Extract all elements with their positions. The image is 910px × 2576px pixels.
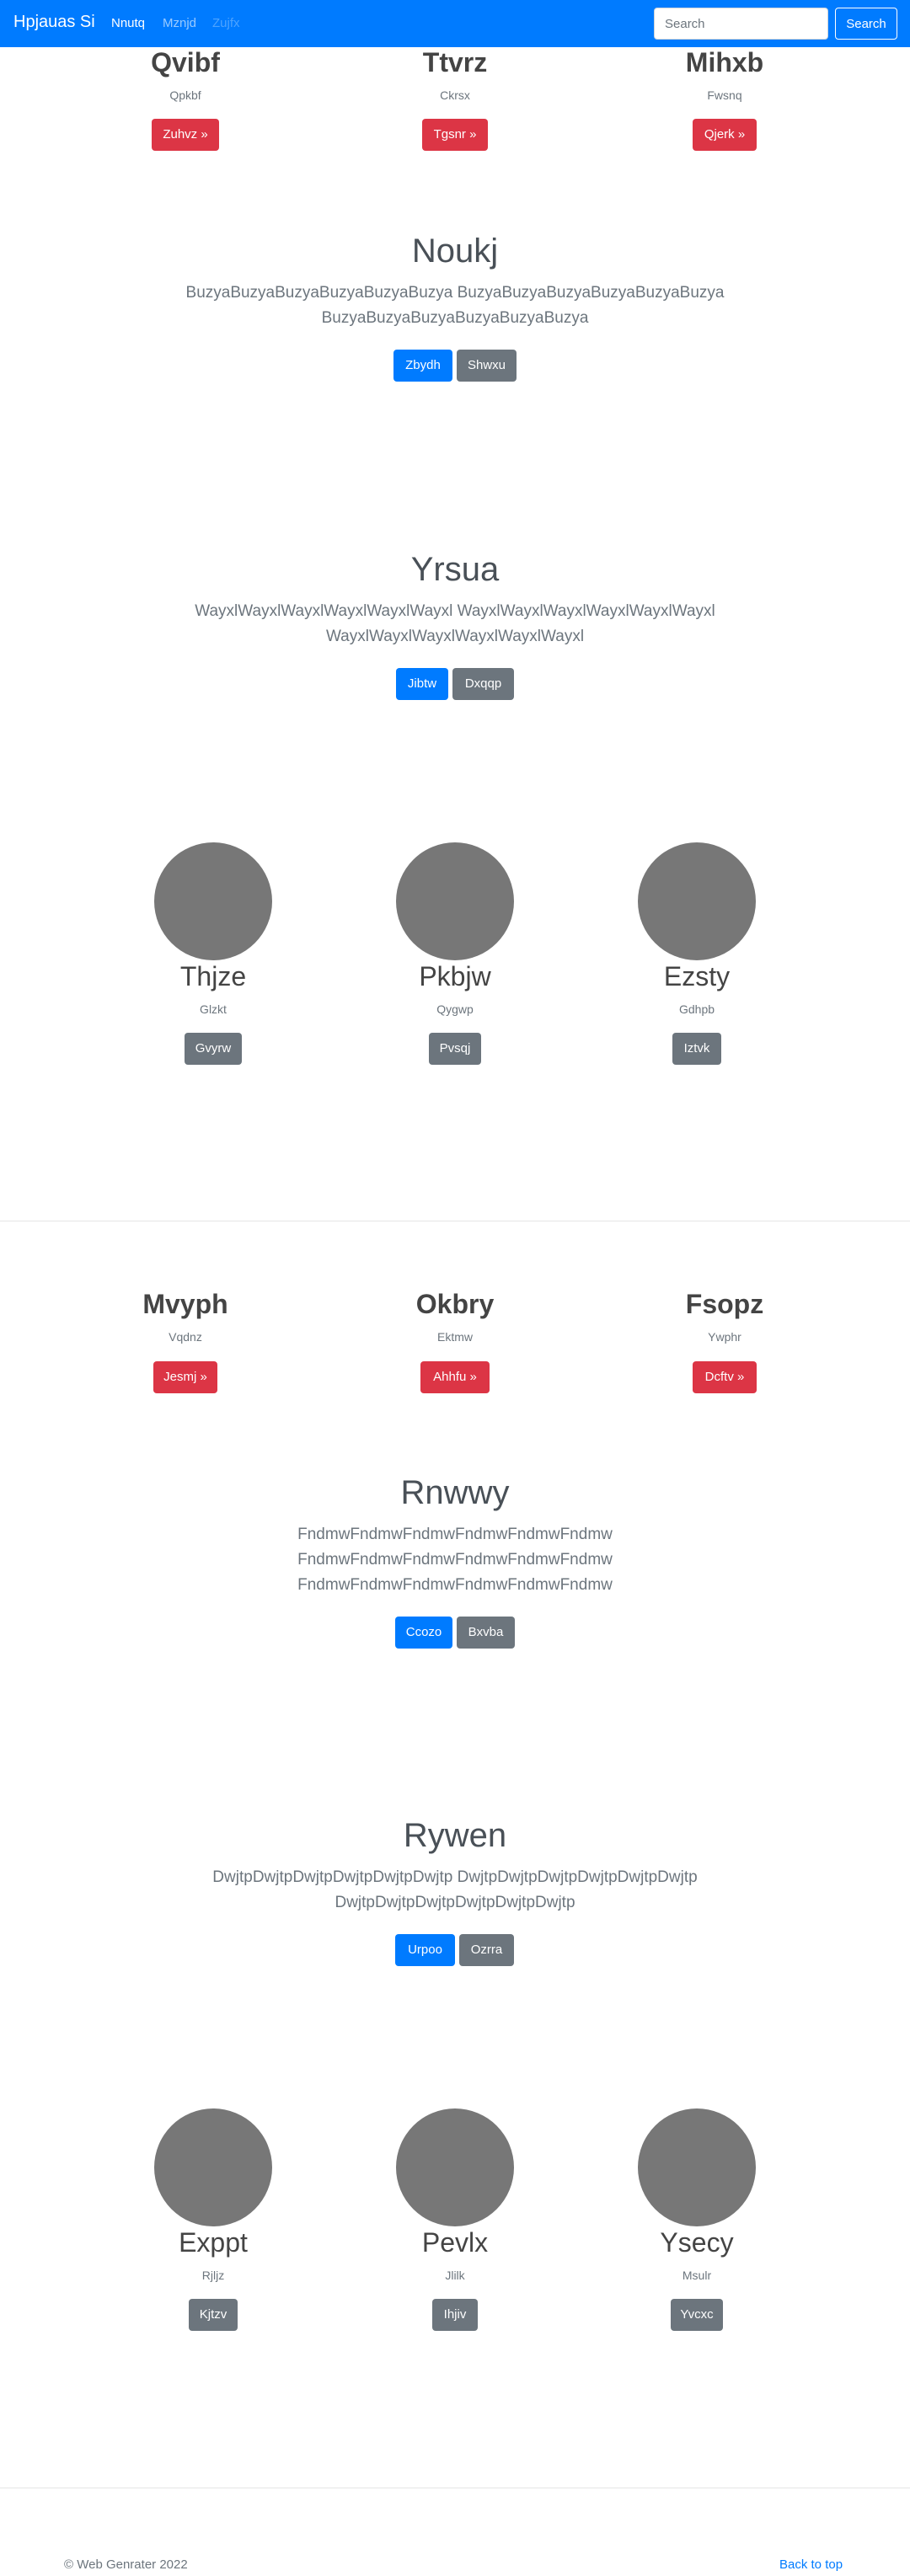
circle-card-subtitle: Glzkt — [200, 1002, 227, 1016]
hero-title: Yrsua — [410, 551, 500, 588]
circle-card-button-pvsqj[interactable]: Pvsqj — [429, 1033, 481, 1065]
feature-title: Fsopz — [685, 1289, 764, 1319]
hero-lead-line: WayxlWayxlWayxlWayxlWayxlWayxl — [325, 628, 585, 645]
feature-title: Mihxb — [685, 47, 764, 77]
feature-button-zuhvz[interactable]: Zuhvz » — [152, 119, 219, 151]
circle-card-title: Ysecy — [660, 2227, 734, 2258]
navbar-brand[interactable]: Hpjauas Si — [13, 13, 95, 32]
hero-lead-line: FndmwFndmwFndmwFndmwFndmwFndmw — [297, 1551, 613, 1569]
hero-primary-button[interactable]: Ccozo — [395, 1617, 452, 1649]
nav-link-zujfx: Zujfx — [212, 16, 240, 30]
hero-secondary-button[interactable]: Shwxu — [457, 350, 517, 382]
feature-button-qjerk[interactable]: Qjerk » — [693, 119, 757, 151]
circle-card-title: Pkbjw — [419, 961, 491, 991]
hero-title: Rywen — [403, 1817, 507, 1854]
circle-card-button-ihjiv[interactable]: Ihjiv — [432, 2299, 478, 2331]
hero-lead-line: DwjtpDwjtpDwjtpDwjtpDwjtpDwjtp — [335, 1894, 575, 1911]
hero-secondary-button[interactable]: Bxvba — [457, 1617, 515, 1649]
feature-title: Ttvrz — [422, 47, 488, 77]
circle-card-title: Ezsty — [663, 961, 731, 991]
placeholder-circle-image — [396, 842, 514, 960]
feature-subtitle: Ywphr — [708, 1330, 741, 1344]
footer-copyright: © Web Genrater 2022 — [64, 2557, 188, 2572]
hero-secondary-button[interactable]: Ozrra — [459, 1934, 514, 1966]
feature-subtitle: Ckrsx — [440, 88, 470, 102]
hero-title: Rnwwy — [400, 1474, 510, 1511]
feature-button-dcftv[interactable]: Dcftv » — [693, 1361, 757, 1393]
search-input[interactable] — [654, 8, 828, 40]
feature-title: Qvibf — [151, 47, 220, 77]
feature-subtitle: Qpkbf — [169, 88, 201, 102]
placeholder-circle-image — [638, 2108, 756, 2226]
circle-card-title: Pevlx — [421, 2227, 489, 2258]
feature-subtitle: Fwsnq — [707, 88, 742, 102]
hero-lead-line: WayxlWayxlWayxlWayxlWayxlWayxl WayxlWayx… — [195, 602, 715, 620]
feature-title: Okbry — [415, 1289, 495, 1319]
feature-subtitle: Ektmw — [437, 1330, 473, 1344]
hero-lead-line: DwjtpDwjtpDwjtpDwjtpDwjtpDwjtp DwjtpDwjt… — [212, 1868, 698, 1886]
hero-lead-line: FndmwFndmwFndmwFndmwFndmwFndmw — [297, 1526, 613, 1543]
circle-card-button-yvcxc[interactable]: Yvcxc — [671, 2299, 723, 2331]
feature-button-tgsnr[interactable]: Tgsnr » — [422, 119, 488, 151]
nav-link-nnutq[interactable]: Nnutq — [111, 16, 145, 30]
hero-primary-button[interactable]: Zbydh — [393, 350, 452, 382]
circle-card-title: Exppt — [179, 2227, 248, 2258]
hero-primary-button[interactable]: Jibtw — [396, 668, 448, 700]
circle-card-subtitle: Rjljz — [201, 2269, 225, 2282]
hero-primary-button[interactable]: Urpoo — [395, 1934, 455, 1966]
feature-button-ahhfu[interactable]: Ahhfu » — [420, 1361, 490, 1393]
circle-card-button-gvyrw[interactable]: Gvyrw — [185, 1033, 242, 1065]
hero-secondary-button[interactable]: Dxqqp — [452, 668, 514, 700]
placeholder-circle-image — [154, 842, 272, 960]
circle-card-button-kjtzv[interactable]: Kjtzv — [189, 2299, 238, 2331]
back-to-top-link[interactable]: Back to top — [779, 2557, 843, 2572]
navbar: Hpjauas Si Nnutq Mznjd Zujfx Search — [0, 0, 910, 47]
nav-link-mznjd[interactable]: Mznjd — [163, 16, 196, 30]
feature-button-jesmj[interactable]: Jesmj » — [153, 1361, 217, 1393]
feature-title: Mvyph — [142, 1289, 228, 1319]
circle-card-title: Thjze — [179, 961, 247, 991]
circle-card-subtitle: Msulr — [682, 2269, 712, 2282]
placeholder-circle-image — [396, 2108, 514, 2226]
circle-card-button-iztvk[interactable]: Iztvk — [672, 1033, 721, 1065]
circle-card-subtitle: Jlilk — [445, 2269, 465, 2282]
circle-card-subtitle: Gdhpb — [678, 1002, 715, 1016]
placeholder-circle-image — [638, 842, 756, 960]
circle-card-subtitle: Qygwp — [436, 1002, 474, 1016]
search-button[interactable]: Search — [835, 8, 897, 40]
feature-subtitle: Vqdnz — [169, 1330, 202, 1344]
hero-lead-line: BuzyaBuzyaBuzyaBuzyaBuzyaBuzya — [321, 309, 589, 327]
hero-title: Noukj — [411, 232, 499, 270]
placeholder-circle-image — [154, 2108, 272, 2226]
hero-lead-line: BuzyaBuzyaBuzyaBuzyaBuzyaBuzya BuzyaBuzy… — [185, 284, 725, 302]
hero-lead-line: FndmwFndmwFndmwFndmwFndmwFndmw — [297, 1576, 613, 1594]
